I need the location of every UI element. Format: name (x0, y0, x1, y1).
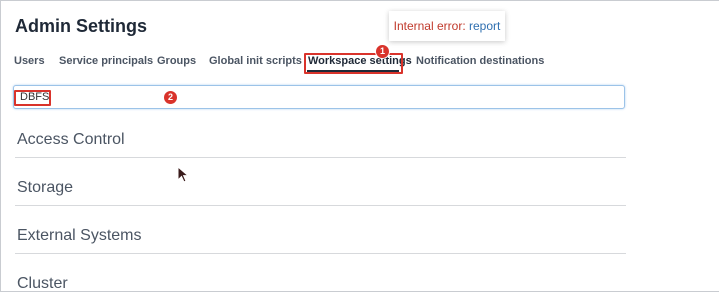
report-link[interactable]: report (469, 19, 500, 33)
error-message: Internal error: (393, 19, 466, 33)
error-toast: Internal error: report (389, 11, 505, 41)
annotation-badge-1: 1 (375, 44, 390, 59)
tab-groups[interactable]: Groups (157, 55, 196, 67)
section-title: Storage (17, 179, 74, 196)
tab-users[interactable]: Users (14, 55, 45, 67)
section-storage[interactable]: Storage (15, 157, 626, 206)
tab-global-init-scripts[interactable]: Global init scripts (209, 55, 302, 67)
settings-search-input[interactable] (13, 85, 625, 109)
section-cluster[interactable]: Cluster (15, 253, 626, 301)
admin-settings-window: Admin Settings Internal error: report Us… (0, 0, 719, 292)
annotation-box-search-value (14, 90, 51, 106)
section-external-systems[interactable]: External Systems (15, 205, 626, 254)
tab-service-principals[interactable]: Service principals (59, 55, 153, 67)
section-access-control[interactable]: Access Control (15, 109, 626, 158)
page-title: Admin Settings (15, 16, 148, 36)
mouse-cursor-icon (177, 166, 190, 183)
annotation-badge-2: 2 (163, 90, 178, 105)
section-title: Access Control (17, 131, 125, 148)
tab-notification-destinations[interactable]: Notification destinations (416, 55, 544, 67)
section-title: Cluster (17, 275, 68, 292)
section-title: External Systems (17, 227, 142, 244)
